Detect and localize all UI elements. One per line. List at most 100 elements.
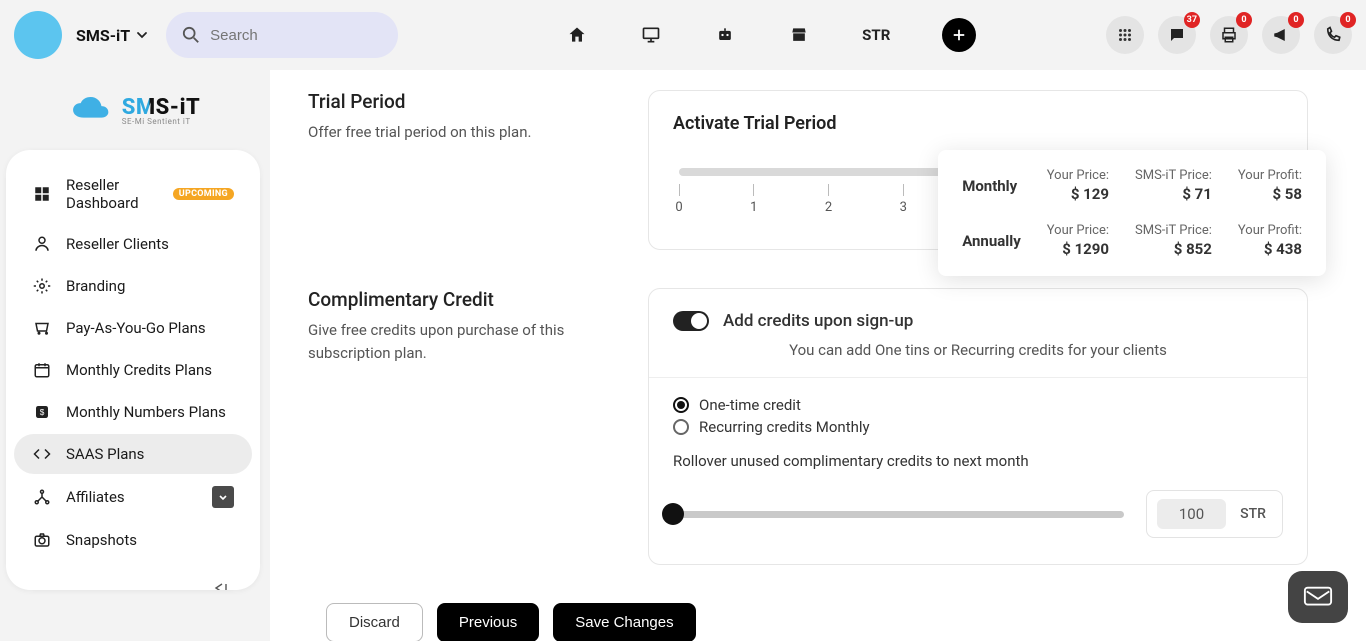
slider-thumb[interactable] (662, 503, 684, 525)
calendar-icon (32, 360, 52, 380)
chevron-down-icon[interactable] (212, 486, 234, 508)
rollover-text: Rollover unused complimentary credits to… (673, 452, 1283, 470)
sidebar-item-payg[interactable]: Pay-As-You-Go Plans (14, 308, 252, 348)
sidebar-item-monthly-credits[interactable]: Monthly Credits Plans (14, 350, 252, 390)
radio-label: One-time credit (699, 396, 801, 414)
pricing-annually-label: Annually (962, 232, 1021, 250)
trial-card-title: Activate Trial Period (673, 113, 1283, 134)
logo-text: SMS-iT (122, 95, 201, 120)
chat-badge: 37 (1184, 12, 1200, 28)
store-icon[interactable] (788, 24, 810, 46)
sidebar-item-label: Snapshots (66, 531, 137, 549)
radio-recurring[interactable]: Recurring credits Monthly (673, 418, 1283, 436)
sidebar-item-label: Monthly Credits Plans (66, 361, 212, 379)
robot-icon[interactable] (714, 24, 736, 46)
discard-button[interactable]: Discard (326, 603, 423, 641)
credit-toggle-label: Add credits upon sign-up (723, 311, 913, 331)
credit-value[interactable]: 100 (1157, 499, 1226, 529)
previous-button[interactable]: Previous (437, 603, 539, 641)
search-icon (182, 26, 200, 44)
sidebar-item-label: SAAS Plans (66, 445, 144, 463)
sidebar-item-monthly-numbers[interactable]: $ Monthly Numbers Plans (14, 392, 252, 432)
credit-desc: Give free credits upon purchase of this … (308, 319, 608, 364)
upcoming-badge: UPCOMING (173, 188, 234, 200)
chevron-down-icon (136, 29, 148, 41)
credit-title: Complimentary Credit (308, 288, 608, 311)
top-center-nav: STR (406, 18, 1098, 52)
search-box[interactable] (166, 12, 398, 58)
sidebar-item-label: Branding (66, 277, 125, 295)
gear-icon (32, 276, 52, 296)
tick: 1 (748, 184, 760, 215)
smsit-price-monthly: $ 71 (1135, 185, 1212, 203)
sidebar-item-label: Pay-As-You-Go Plans (66, 319, 206, 337)
sidebar-item-label: Reseller Dashboard (66, 176, 157, 212)
avatar[interactable] (14, 11, 62, 59)
credit-slider[interactable] (673, 511, 1124, 518)
top-bar: SMS-iT STR 37 (0, 0, 1366, 70)
sidebar-item-snapshots[interactable]: Snapshots (14, 520, 252, 560)
your-profit-monthly: $ 58 (1238, 185, 1302, 203)
chat-icon[interactable]: 37 (1158, 16, 1196, 54)
pricing-popover: Monthly Your Price:$ 129 SMS-iT Price:$ … (938, 150, 1326, 276)
radio-icon (673, 397, 689, 413)
logo[interactable]: SMS-iT SE-Mi Sentient iT (0, 70, 270, 150)
desktop-icon[interactable] (640, 24, 662, 46)
cart-icon (32, 318, 52, 338)
your-profit-label: Your Profit: (1238, 168, 1302, 183)
workspace-switcher[interactable]: SMS-iT (76, 26, 148, 45)
tick: 2 (823, 184, 835, 215)
your-price-label: Your Price: (1047, 168, 1109, 183)
your-profit-label: Your Profit: (1238, 223, 1302, 238)
your-price-monthly: $ 129 (1047, 185, 1109, 203)
trial-title: Trial Period (308, 90, 608, 113)
home-icon[interactable] (566, 24, 588, 46)
sidebar-item-reseller-clients[interactable]: Reseller Clients (14, 224, 252, 264)
apps-grid-icon[interactable] (1106, 16, 1144, 54)
radio-label: Recurring credits Monthly (699, 418, 870, 436)
printer-icon[interactable]: 0 (1210, 16, 1248, 54)
search-input[interactable] (210, 27, 382, 44)
divider (649, 377, 1307, 378)
megaphone-badge: 0 (1288, 12, 1304, 28)
smsit-price-label: SMS-iT Price: (1135, 168, 1212, 183)
form-buttons: Discard Previous Save Changes (308, 603, 1308, 641)
phone-badge: 0 (1340, 12, 1356, 28)
credit-value-box: 100 STR (1146, 490, 1283, 538)
chat-fab[interactable] (1288, 571, 1348, 623)
smsit-price-annually: $ 852 (1135, 240, 1212, 258)
sidebar-item-affiliates[interactable]: Affiliates (14, 476, 252, 518)
top-right-icons: 37 0 0 0 (1106, 16, 1352, 54)
sidebar-item-label: Affiliates (66, 488, 125, 506)
logo-sub: SE-Mi Sentient iT (122, 117, 201, 126)
svg-text:$: $ (40, 408, 45, 417)
credit-sub: You can add One tins or Recurring credit… (673, 341, 1283, 359)
printer-badge: 0 (1236, 12, 1252, 28)
workspace-name: SMS-iT (76, 26, 130, 45)
sidebar-item-reseller-dashboard[interactable]: Reseller Dashboard UPCOMING (14, 166, 252, 222)
credit-card: Add credits upon sign-up You can add One… (648, 288, 1308, 565)
sidebar-item-saas-plans[interactable]: SAAS Plans (14, 434, 252, 474)
save-button[interactable]: Save Changes (553, 603, 695, 641)
sidebar-item-branding[interactable]: Branding (14, 266, 252, 306)
collapse-icon[interactable] (212, 582, 230, 590)
clients-icon (32, 234, 52, 254)
sidebar: SMS-iT SE-Mi Sentient iT Reseller Dashbo… (0, 70, 270, 641)
tick: 0 (673, 184, 685, 215)
str-label[interactable]: STR (862, 26, 890, 44)
sidebar-nav: Reseller Dashboard UPCOMING Reseller Cli… (6, 150, 260, 590)
credit-toggle[interactable] (673, 311, 709, 331)
affiliates-icon (32, 487, 52, 507)
tick: 3 (897, 184, 909, 215)
trial-desc: Offer free trial period on this plan. (308, 121, 608, 144)
number-icon: $ (32, 402, 52, 422)
phone-icon[interactable]: 0 (1314, 16, 1352, 54)
your-price-annually: $ 1290 (1047, 240, 1109, 258)
smsit-price-label: SMS-iT Price: (1135, 223, 1212, 238)
camera-icon (32, 530, 52, 550)
radio-icon (673, 419, 689, 435)
dashboard-icon (32, 184, 52, 204)
add-button[interactable] (942, 18, 976, 52)
radio-one-time[interactable]: One-time credit (673, 396, 1283, 414)
megaphone-icon[interactable]: 0 (1262, 16, 1300, 54)
